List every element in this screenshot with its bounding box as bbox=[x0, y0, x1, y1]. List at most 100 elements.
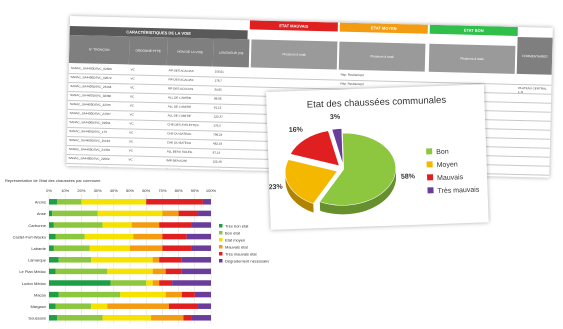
table-cell: SANAC_SA4400DSVC_24787 bbox=[69, 111, 111, 117]
bar-segment bbox=[191, 315, 211, 321]
bar-segment bbox=[183, 315, 192, 321]
bar-category-label: Margaux bbox=[30, 304, 46, 309]
table-cell: RP DES ACACIAS bbox=[168, 86, 194, 92]
bar-segment bbox=[130, 245, 163, 251]
table-cell: 482,19 bbox=[212, 141, 223, 146]
table-cell: VC bbox=[128, 148, 133, 153]
bar-segment bbox=[159, 257, 182, 263]
table-cell: ALL DE L'AMITIE bbox=[167, 95, 192, 100]
bar-segment bbox=[159, 222, 192, 228]
bar-tick-label: 90% bbox=[191, 188, 199, 193]
pie-chart-title: Etat des chaussées communales bbox=[307, 95, 447, 111]
pie-chart-card: Etat des chaussées communales 58% 23% 16% 3… bbox=[266, 84, 489, 230]
bar-category-label: Anse bbox=[37, 211, 47, 216]
bar-legend-label: Etat moyen bbox=[225, 238, 245, 243]
bar-segment bbox=[162, 210, 179, 217]
column-header: NOM DE LA VOIE bbox=[166, 37, 214, 67]
bar-segment bbox=[107, 303, 169, 309]
bar-tick-label: 60% bbox=[142, 188, 150, 193]
bar-legend-label: Mauvais état bbox=[225, 245, 249, 250]
bar-segment bbox=[181, 268, 211, 275]
bar-segment bbox=[191, 245, 211, 251]
pie-legend-label: Très mauvais bbox=[437, 187, 479, 195]
bar-segment bbox=[107, 268, 153, 275]
table-cell: 91,12 bbox=[213, 105, 222, 110]
bar-segment bbox=[55, 233, 85, 240]
bar-legend-swatch bbox=[219, 238, 223, 242]
table-cell: ALL DE L'AMITIE bbox=[167, 113, 191, 118]
table-cell: SANAC_SA4400DSVC_02366 bbox=[70, 93, 112, 99]
bar-segment bbox=[55, 303, 92, 309]
bar-segment bbox=[178, 210, 199, 217]
bar-segment bbox=[52, 210, 98, 217]
bar-segment bbox=[151, 315, 184, 321]
pie-legend-swatch bbox=[427, 187, 434, 194]
bar-segment bbox=[49, 210, 53, 217]
bar-segment bbox=[162, 233, 187, 240]
bar-segment bbox=[58, 257, 92, 263]
group-header-mauvais: ETAT MAUVAIS bbox=[249, 20, 338, 32]
table-cell: 178,7 bbox=[214, 78, 223, 83]
table-cell: SANAC_SA4400DSVC_02672 bbox=[70, 75, 112, 81]
bar-segment bbox=[152, 280, 160, 286]
table-cell: SANAC_SA4400DSVC_02669 bbox=[70, 66, 112, 72]
bar-segment bbox=[57, 199, 82, 205]
table-cell: 156,61 bbox=[214, 69, 224, 74]
bar-segment bbox=[49, 222, 54, 228]
bar-tick-label: 100% bbox=[206, 188, 217, 193]
bar-legend-label: Dégradement nécessaire bbox=[225, 259, 269, 264]
bar-tick-label: 70% bbox=[158, 188, 166, 193]
sub-header: Plusieurs à totali bbox=[250, 39, 338, 70]
table-cell: SANAC_SA4400DSVC_02991 bbox=[69, 120, 111, 126]
pie-legend-label: Mauvais bbox=[437, 174, 464, 182]
bar-segment bbox=[202, 199, 211, 205]
bar-segment bbox=[198, 210, 211, 217]
pie-chart-legend: Bon Moyen Mauvais Très mauvais bbox=[426, 148, 480, 195]
column-header: ORDONNÉ PTTE bbox=[128, 36, 168, 66]
bar-segment bbox=[55, 268, 108, 275]
table-cell: VC bbox=[129, 121, 134, 126]
table-cell: VC bbox=[129, 130, 134, 135]
sub-header: Plusieurs à totali bbox=[428, 43, 516, 74]
bar-segment bbox=[110, 280, 147, 286]
bar-segment bbox=[152, 268, 166, 275]
table-cell: 84,38 bbox=[212, 168, 220, 173]
bar-segment bbox=[162, 245, 192, 251]
comment-header: COMMENTAIRES bbox=[516, 36, 553, 75]
bar-segment bbox=[146, 199, 203, 205]
bar-category-label: Labarde bbox=[31, 246, 46, 251]
bar-legend-label: Bon état bbox=[225, 231, 241, 236]
table-cell: 176,5 bbox=[213, 123, 221, 128]
bar-category-label: Carbonne bbox=[28, 223, 46, 228]
bar-segment bbox=[49, 303, 56, 309]
table-cell: VC bbox=[128, 157, 133, 162]
table-cell: SANAC_SA4400DSVC_19078 bbox=[68, 165, 110, 171]
bar-segment bbox=[49, 291, 59, 298]
bar-segment bbox=[165, 268, 182, 275]
bar-segment bbox=[53, 222, 103, 228]
table-cell: SANAC_SA4400DSVC_22562 bbox=[68, 156, 110, 162]
bar-segment bbox=[89, 245, 130, 251]
bar-segment bbox=[58, 291, 121, 298]
table-cell: ALL BEAU SOLEIL bbox=[166, 149, 193, 155]
bar-segment bbox=[131, 222, 160, 228]
table-cell: VC bbox=[130, 94, 135, 99]
bar-tick-label: 10% bbox=[61, 188, 69, 193]
column-header: LONGUEUR (ml) bbox=[212, 38, 250, 68]
bar-category-label: Arcins bbox=[35, 200, 46, 205]
table-cell: VC bbox=[129, 103, 135, 108]
table-cell: VC bbox=[130, 85, 135, 90]
bar-segment bbox=[152, 257, 160, 263]
bar-segment bbox=[49, 257, 59, 263]
table-cell: IMP BEAUCHE bbox=[166, 158, 188, 163]
bar-legend-swatch bbox=[219, 259, 223, 263]
bar-segment bbox=[172, 280, 211, 286]
bar-segment bbox=[102, 315, 152, 321]
bar-segment bbox=[120, 291, 166, 298]
bar-segment bbox=[49, 280, 111, 286]
bar-chart-grid: 0% 10% 20% 30% 40% 50% 60% 70% 80% 90% 100% bbox=[46, 188, 217, 324]
bar-category-label: Le Pian Médoc bbox=[19, 269, 46, 274]
bar-segment bbox=[191, 222, 211, 228]
bar-category-label: Macau bbox=[34, 292, 46, 297]
table-cell: 798,24 bbox=[213, 132, 223, 137]
